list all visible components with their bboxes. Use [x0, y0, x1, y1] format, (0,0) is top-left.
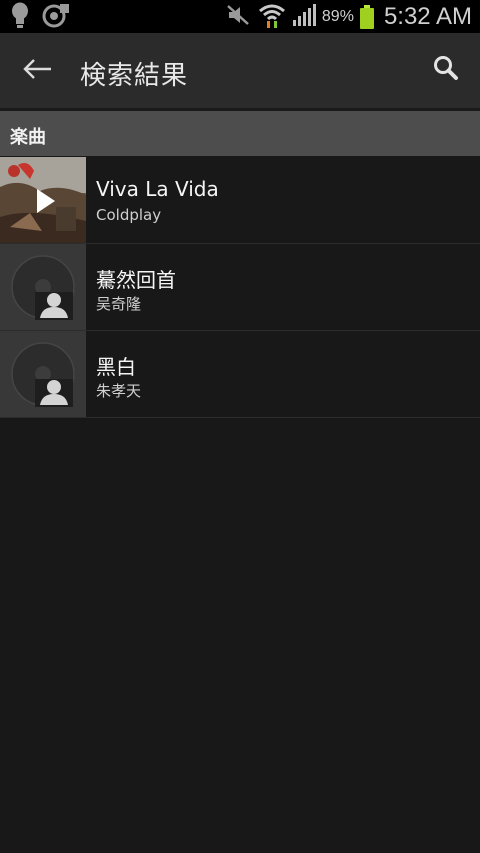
artist-name: Coldplay — [96, 206, 162, 224]
section-label: 楽曲 — [10, 127, 46, 148]
list-item[interactable]: 黑白 朱孝天 — [0, 331, 480, 418]
signal-icon — [292, 3, 316, 30]
battery-icon — [359, 4, 374, 29]
mute-icon — [226, 3, 252, 31]
album-art — [0, 157, 86, 243]
song-title: 驀然回首 — [96, 268, 176, 292]
status-bar-right: 89% 5:32 AM — [226, 0, 472, 33]
section-header-songs: 楽曲 — [0, 111, 480, 156]
placeholder-artist-icon — [0, 244, 86, 330]
wifi-icon — [258, 2, 286, 32]
song-title: 黑白 — [96, 355, 136, 379]
song-title: Viva La Vida — [96, 177, 219, 201]
back-arrow-icon — [22, 58, 52, 84]
bulb-icon — [10, 2, 30, 32]
status-bar-left — [10, 2, 70, 32]
search-button[interactable] — [426, 50, 466, 90]
back-button[interactable] — [14, 48, 60, 94]
search-icon — [433, 55, 459, 85]
app-bar: 検索結果 — [0, 33, 480, 108]
battery-percent: 89% — [321, 7, 354, 25]
clock: 5:32 AM — [383, 2, 472, 30]
sync-icon — [42, 2, 70, 32]
placeholder-artist-icon — [0, 331, 86, 417]
page-title: 検索結果 — [80, 61, 189, 91]
status-bar: 89% 5:32 AM — [0, 0, 480, 33]
artist-name: 吴奇隆 — [96, 295, 142, 313]
artist-name: 朱孝天 — [96, 382, 142, 400]
results-list: Viva La Vida Coldplay 驀然回首 吴奇隆 黑白 朱孝天 — [0, 157, 480, 418]
list-item[interactable]: Viva La Vida Coldplay — [0, 157, 480, 244]
list-item[interactable]: 驀然回首 吴奇隆 — [0, 244, 480, 331]
